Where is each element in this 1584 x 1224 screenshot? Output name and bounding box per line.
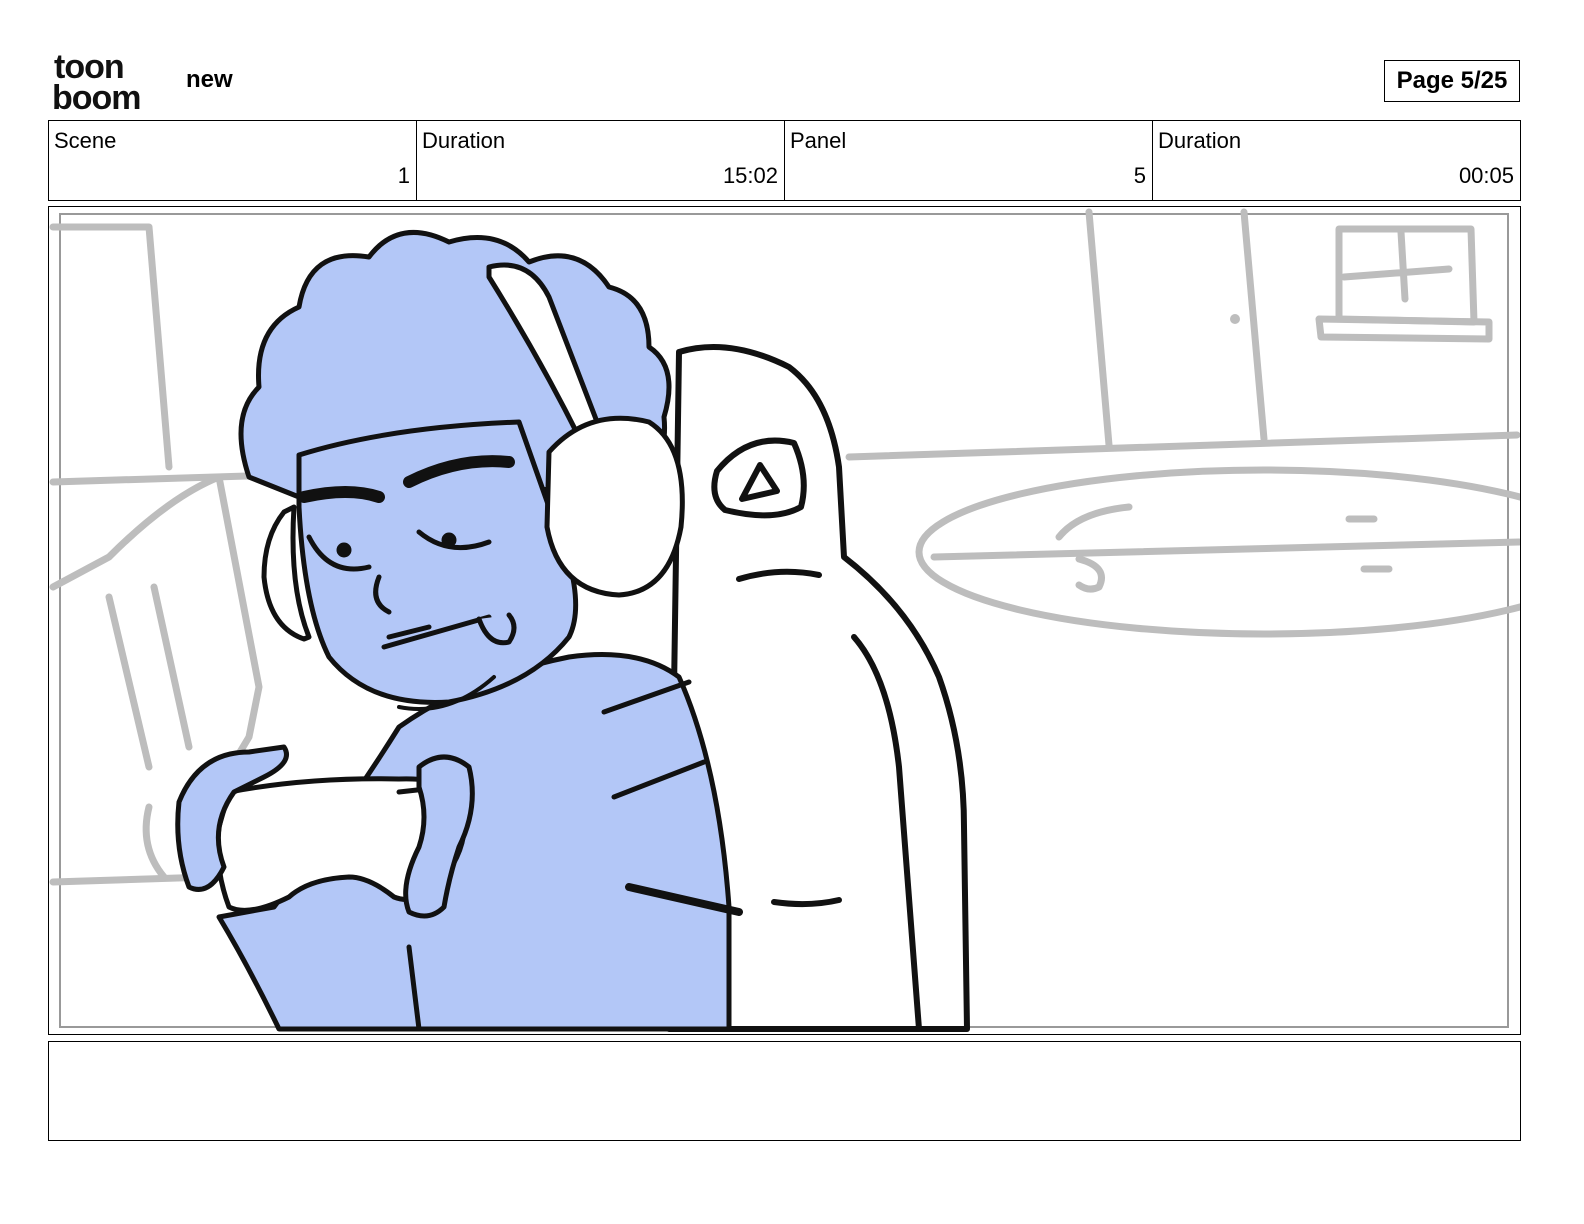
left-pupil <box>336 542 352 558</box>
scene-label: Scene <box>54 128 117 153</box>
panel-notes <box>48 1041 1521 1141</box>
sofa-lines <box>105 583 193 771</box>
project-name: new <box>186 66 233 93</box>
panel-duration-label: Duration <box>1158 128 1242 153</box>
panel-info-table: Scene 1 Duration 15:02 Panel 5 Duration … <box>48 120 1521 201</box>
wall-line <box>49 471 283 486</box>
right-pupil <box>441 532 457 548</box>
toonboom-logo-mark: toon boom <box>52 48 142 117</box>
scene-duration-label: Duration <box>422 128 506 153</box>
panel-value: 5 <box>1133 163 1146 188</box>
table-sketch <box>1055 503 1133 593</box>
svg-text:boom: boom <box>52 79 141 112</box>
storyboard-panel <box>48 206 1521 1035</box>
scene-duration-value: 15:02 <box>722 163 778 188</box>
window-cross <box>1340 228 1453 303</box>
cabinet-lines <box>1085 208 1268 449</box>
table-edge <box>930 538 1520 561</box>
page-number: 5/25 <box>1460 67 1508 94</box>
toonboom-logo: toon boom <box>52 48 162 117</box>
wall-corner <box>49 223 173 471</box>
panel-duration-value: 00:05 <box>1458 163 1514 188</box>
panel-label: Panel <box>790 128 847 153</box>
page-label: Page <box>1396 67 1454 94</box>
sofa-leg <box>142 803 168 881</box>
counter-line <box>845 431 1520 461</box>
storyboard-drawing <box>49 208 1520 1032</box>
scene-cell: Scene 1 <box>49 121 417 200</box>
page-indicator: Page 5/25 <box>1384 60 1520 102</box>
panel-duration-cell: Duration 00:05 <box>1153 121 1520 200</box>
window-sill <box>1315 315 1493 343</box>
headphone-right-cup <box>544 415 685 598</box>
panel-cell: Panel 5 <box>785 121 1153 200</box>
scene-duration-cell: Duration 15:02 <box>417 121 785 200</box>
cabinet-knob <box>1230 314 1240 324</box>
scene-value: 1 <box>397 163 410 188</box>
